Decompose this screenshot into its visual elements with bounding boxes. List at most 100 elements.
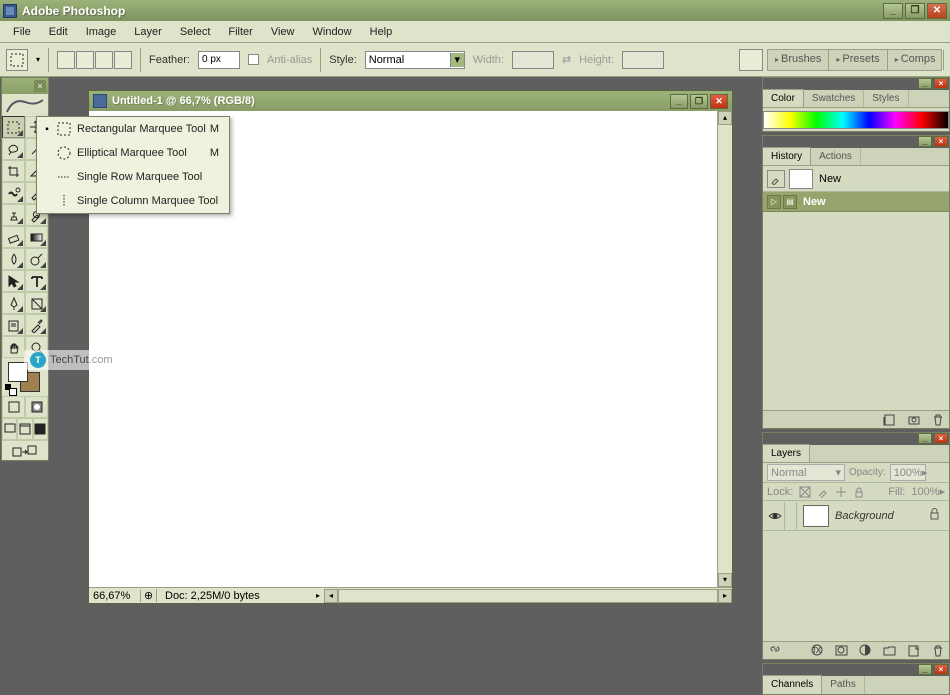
sel-new-icon[interactable] xyxy=(57,51,75,69)
crop-tool[interactable] xyxy=(2,160,25,182)
marquee-tool[interactable] xyxy=(2,116,25,138)
default-colors-icon[interactable] xyxy=(5,384,15,394)
tab-paths[interactable]: Paths xyxy=(822,676,865,694)
color-ramp[interactable] xyxy=(763,111,949,129)
link-layers-icon[interactable] xyxy=(767,644,783,658)
screen-standard-icon[interactable] xyxy=(2,418,17,440)
menu-view[interactable]: View xyxy=(262,23,304,41)
style-select[interactable]: Normal ▾ xyxy=(365,51,465,69)
pen-tool[interactable] xyxy=(2,292,25,314)
shape-tool[interactable] xyxy=(25,292,48,314)
panel-minimize-button[interactable]: _ xyxy=(918,136,932,147)
scroll-down-icon[interactable]: ▾ xyxy=(718,573,732,587)
tab-layers[interactable]: Layers xyxy=(763,444,810,462)
panel-close-button[interactable]: × xyxy=(934,78,948,89)
horizontal-scrollbar[interactable]: ▸ ◂ ▸ xyxy=(312,588,732,603)
trash-icon[interactable] xyxy=(929,644,945,658)
lasso-tool[interactable] xyxy=(2,138,25,160)
layer-style-icon[interactable]: fx xyxy=(809,644,825,658)
document-titlebar[interactable]: Untitled-1 @ 66,7% (RGB/8) _ ❐ ✕ xyxy=(89,91,732,111)
tab-channels[interactable]: Channels xyxy=(763,675,822,694)
menu-file[interactable]: File xyxy=(4,23,40,41)
palette-well-button[interactable] xyxy=(739,49,763,71)
new-snapshot-icon[interactable] xyxy=(905,413,921,427)
sel-subtract-icon[interactable] xyxy=(95,51,113,69)
stamp-tool[interactable] xyxy=(2,204,25,226)
brush-source-icon[interactable] xyxy=(767,170,785,188)
selection-mode-new[interactable] xyxy=(57,51,132,69)
vertical-scrollbar[interactable]: ▴ ▾ xyxy=(717,111,732,587)
tab-history[interactable]: History xyxy=(763,147,811,165)
jump-to-imageready-icon[interactable] xyxy=(2,440,48,460)
well-presets[interactable]: Presets xyxy=(829,50,887,70)
screen-full-icon[interactable] xyxy=(33,418,48,440)
doc-maximize-button[interactable]: ❐ xyxy=(690,94,708,109)
menubar: File Edit Image Layer Select Filter View… xyxy=(0,21,950,43)
status-popup-icon[interactable]: ⊕ xyxy=(141,589,157,602)
menu-edit[interactable]: Edit xyxy=(40,23,77,41)
menu-filter[interactable]: Filter xyxy=(219,23,261,41)
new-doc-from-state-icon[interactable] xyxy=(881,413,897,427)
layer-row-background[interactable]: Background xyxy=(763,501,949,531)
panel-close-button[interactable]: × xyxy=(934,664,948,675)
new-group-icon[interactable] xyxy=(881,644,897,658)
trash-icon[interactable] xyxy=(929,413,945,427)
menu-layer[interactable]: Layer xyxy=(125,23,171,41)
scroll-up-icon[interactable]: ▴ xyxy=(718,111,732,125)
scroll-left-icon[interactable]: ◂ xyxy=(324,589,338,603)
panel-minimize-button[interactable]: _ xyxy=(918,664,932,675)
new-layer-icon[interactable] xyxy=(905,644,921,658)
menu-select[interactable]: Select xyxy=(171,23,220,41)
dodge-tool[interactable] xyxy=(25,248,48,270)
eraser-tool[interactable] xyxy=(2,226,25,248)
menu-image[interactable]: Image xyxy=(77,23,126,41)
minimize-button[interactable]: _ xyxy=(883,3,903,19)
flyout-col-marquee[interactable]: Single Column Marquee Tool xyxy=(37,189,229,213)
screen-full-menu-icon[interactable] xyxy=(17,418,32,440)
hand-tool[interactable] xyxy=(2,336,25,358)
history-state-row[interactable]: ▷ ▤ New xyxy=(763,192,949,212)
type-tool[interactable] xyxy=(25,270,48,292)
quickmask-mode-icon[interactable] xyxy=(25,396,48,418)
doc-close-button[interactable]: ✕ xyxy=(710,94,728,109)
panel-close-button[interactable]: × xyxy=(934,433,948,444)
sel-add-icon[interactable] xyxy=(76,51,94,69)
visibility-toggle-icon[interactable] xyxy=(765,502,785,530)
zoom-value[interactable]: 66,67% xyxy=(89,590,141,602)
tab-actions[interactable]: Actions xyxy=(811,148,861,165)
well-comps[interactable]: Comps xyxy=(888,50,944,70)
flyout-ellipse-marquee[interactable]: Elliptical Marquee Tool M xyxy=(37,141,229,165)
eyedropper-tool[interactable] xyxy=(25,314,48,336)
path-select-tool[interactable] xyxy=(2,270,25,292)
blur-tool[interactable] xyxy=(2,248,25,270)
sel-intersect-icon[interactable] xyxy=(114,51,132,69)
standard-mode-icon[interactable] xyxy=(2,396,25,418)
flyout-rect-marquee[interactable]: ▪ Rectangular Marquee Tool M xyxy=(37,117,229,141)
panel-close-button[interactable]: × xyxy=(934,136,948,147)
lock-label: Lock: xyxy=(767,486,793,498)
maximize-button[interactable]: ❐ xyxy=(905,3,925,19)
adjustment-layer-icon[interactable] xyxy=(857,644,873,658)
toolbox-close-icon[interactable]: × xyxy=(34,80,46,92)
doc-minimize-button[interactable]: _ xyxy=(670,94,688,109)
history-snapshot-row[interactable]: New xyxy=(763,166,949,192)
scroll-right-icon[interactable]: ▸ xyxy=(718,589,732,603)
feather-input[interactable] xyxy=(198,51,240,69)
well-brushes[interactable]: Brushes xyxy=(768,50,829,70)
current-tool-icon[interactable] xyxy=(6,49,28,71)
tab-color[interactable]: Color xyxy=(763,89,804,107)
gradient-tool[interactable] xyxy=(25,226,48,248)
menu-help[interactable]: Help xyxy=(361,23,402,41)
tab-swatches[interactable]: Swatches xyxy=(804,90,864,107)
panel-minimize-button[interactable]: _ xyxy=(918,433,932,444)
layer-name[interactable]: Background xyxy=(835,510,929,522)
tab-styles[interactable]: Styles xyxy=(864,90,908,107)
app-title: Adobe Photoshop xyxy=(22,4,883,18)
panel-minimize-button[interactable]: _ xyxy=(918,78,932,89)
close-button[interactable]: ✕ xyxy=(927,3,947,19)
notes-tool[interactable] xyxy=(2,314,25,336)
layer-mask-icon[interactable] xyxy=(833,644,849,658)
heal-tool[interactable] xyxy=(2,182,25,204)
menu-window[interactable]: Window xyxy=(304,23,361,41)
flyout-row-marquee[interactable]: Single Row Marquee Tool xyxy=(37,165,229,189)
